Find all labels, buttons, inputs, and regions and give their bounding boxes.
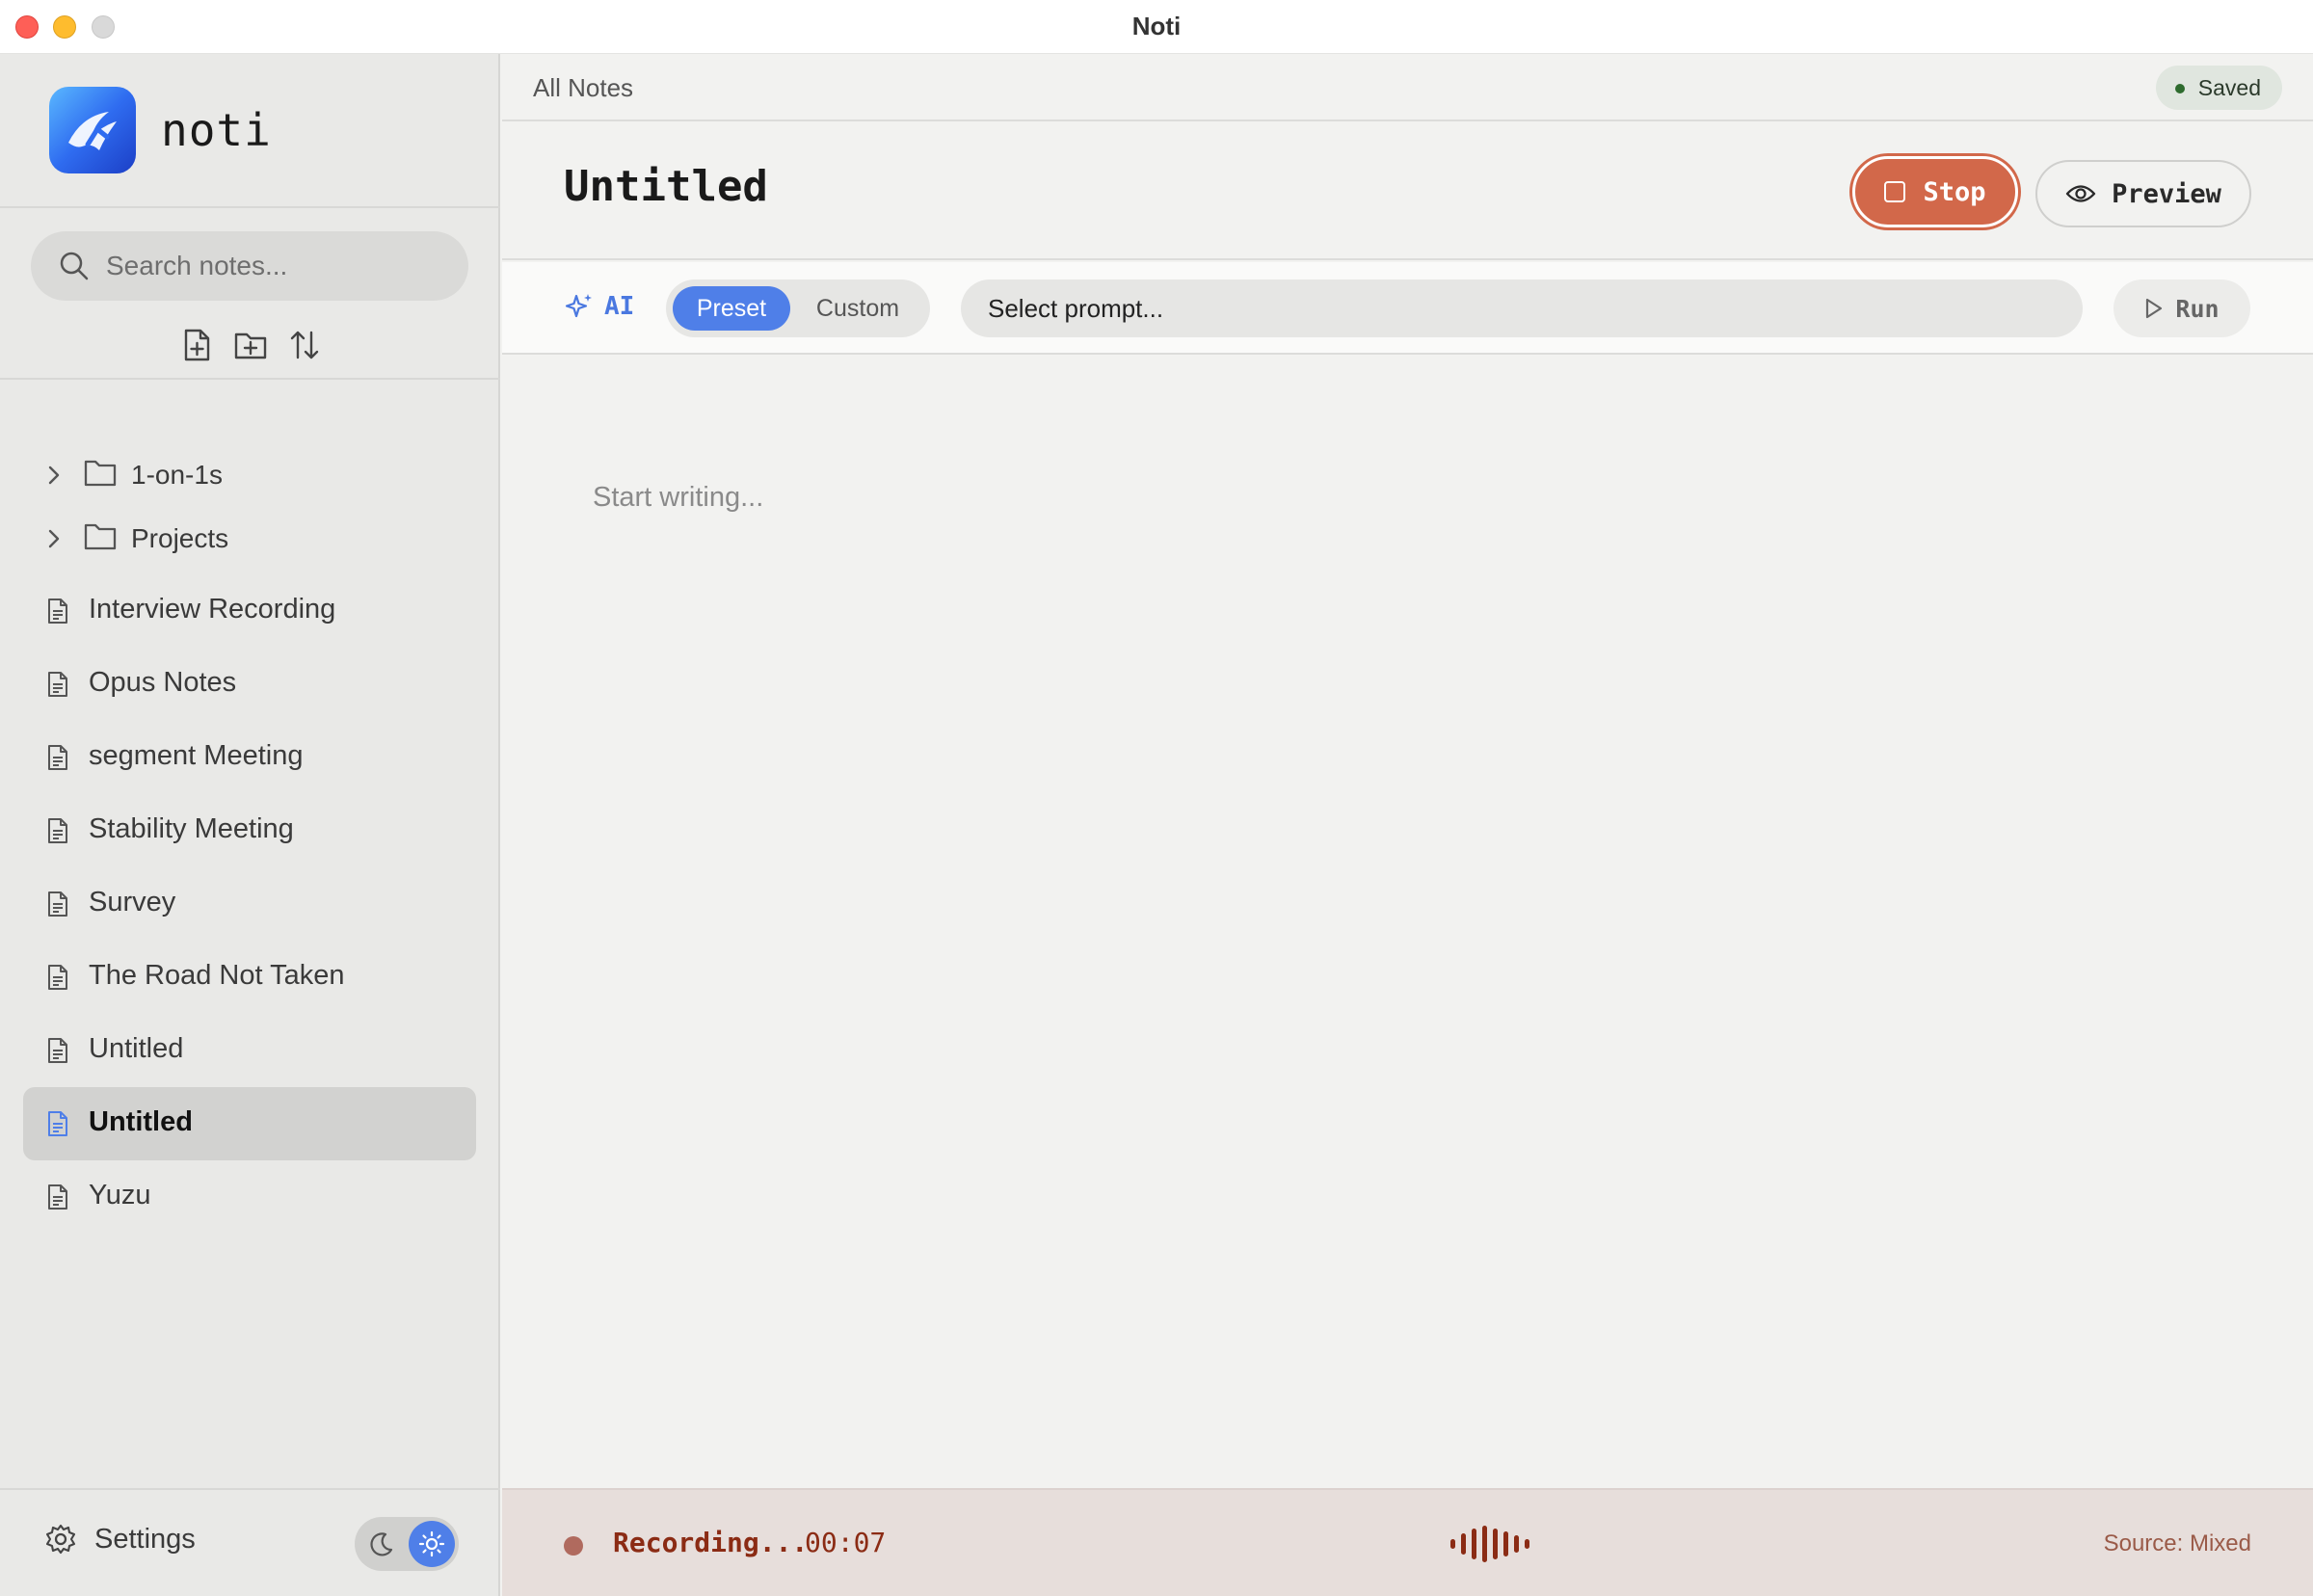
recording-bar: Recording... 00:07 Source: Mixed — [502, 1488, 2313, 1596]
chevron-right-icon — [48, 466, 60, 485]
document-icon — [48, 672, 67, 697]
sidebar-divider — [0, 378, 500, 380]
brand-name: noti — [161, 104, 272, 156]
stop-recording-button[interactable]: Stop — [1852, 156, 2018, 227]
note-item-untitled-selected[interactable]: Untitled — [23, 1087, 476, 1160]
note-item-opus-notes[interactable]: Opus Notes — [23, 648, 476, 721]
stop-square-icon — [1884, 181, 1906, 202]
run-button[interactable]: Run — [2114, 279, 2250, 337]
document-icon — [48, 965, 67, 990]
mode-preset-tab[interactable]: Preset — [673, 286, 790, 331]
note-item-interview-recording[interactable]: Interview Recording — [23, 574, 476, 648]
preview-button[interactable]: Preview — [2035, 160, 2251, 227]
chevron-right-icon — [48, 529, 60, 548]
note-item-untitled[interactable]: Untitled — [23, 1014, 476, 1087]
note-item-the-road-not-taken[interactable]: The Road Not Taken — [23, 941, 476, 1014]
ai-toolbar: AI Preset Custom Select prompt... Run — [502, 262, 2313, 355]
mode-custom-tab[interactable]: Custom — [790, 286, 925, 331]
document-icon — [48, 818, 67, 843]
title-bar: Noti — [0, 0, 2313, 54]
ai-label-text: AI — [604, 292, 635, 321]
note-item-segment-meeting[interactable]: segment Meeting — [23, 721, 476, 794]
note-list: Interview Recording Opus Notes segment M… — [0, 574, 500, 1234]
document-icon — [48, 598, 67, 624]
folder-label: Projects — [131, 523, 229, 553]
new-note-button[interactable] — [179, 328, 214, 362]
run-label: Run — [2175, 294, 2220, 323]
note-title[interactable]: Untitled — [564, 162, 768, 211]
folder-item-projects[interactable]: Projects — [0, 507, 500, 571]
theme-toggle[interactable] — [355, 1517, 459, 1571]
folder-item-1-on-1s[interactable]: 1-on-1s — [0, 443, 500, 507]
note-header: Untitled Stop Preview — [502, 123, 2313, 260]
window-title: Noti — [1131, 12, 1182, 40]
document-icon — [48, 1184, 67, 1210]
document-icon — [48, 1111, 67, 1136]
sidebar: noti Search notes... 1-on-1s Projects In… — [0, 54, 500, 1596]
save-status-badge: Saved — [2155, 66, 2282, 110]
audio-source-label: Source: Mixed — [2103, 1530, 2251, 1556]
sparkles-icon — [565, 294, 592, 318]
preview-label: Preview — [2112, 178, 2221, 209]
moon-icon[interactable] — [366, 1529, 397, 1559]
recording-indicator — [564, 1536, 583, 1556]
folder-label: 1-on-1s — [131, 460, 223, 490]
note-item-yuzu[interactable]: Yuzu — [23, 1160, 476, 1234]
folder-icon — [84, 460, 117, 487]
sidebar-footer: Settings — [0, 1488, 500, 1596]
settings-label: Settings — [94, 1523, 196, 1555]
note-item-survey[interactable]: Survey — [23, 867, 476, 941]
ai-label: AI — [564, 291, 634, 322]
folder-icon — [84, 523, 117, 550]
new-folder-button[interactable] — [233, 328, 268, 362]
note-label: Interview Recording — [89, 594, 336, 625]
top-bar: All Notes Saved — [502, 54, 2313, 121]
sort-button[interactable] — [287, 328, 322, 362]
eye-icon — [2065, 185, 2096, 202]
document-icon — [48, 891, 67, 917]
note-label: Stability Meeting — [89, 813, 294, 844]
gear-icon — [45, 1524, 76, 1555]
note-label: segment Meeting — [89, 740, 304, 771]
note-editor[interactable] — [593, 357, 2250, 1397]
prompt-mode-toggle: Preset Custom — [666, 279, 930, 337]
new-folder-icon — [234, 332, 267, 359]
sun-icon[interactable] — [409, 1521, 455, 1567]
recording-status: Recording... — [613, 1527, 809, 1558]
note-label: Untitled — [89, 1033, 184, 1064]
new-note-icon — [184, 329, 210, 361]
document-icon — [48, 1038, 67, 1063]
waveform-icon — [1450, 1525, 1543, 1563]
play-icon — [2146, 298, 2163, 319]
app-logo — [49, 87, 136, 173]
settings-button[interactable]: Settings — [44, 1523, 196, 1556]
prompt-select[interactable]: Select prompt... — [961, 279, 2083, 337]
search-input[interactable] — [106, 251, 434, 281]
editor-area — [502, 357, 2313, 1434]
brand: noti — [49, 87, 272, 173]
note-label: Untitled — [89, 1106, 193, 1137]
sidebar-toolbar — [179, 328, 322, 362]
stop-label: Stop — [1923, 176, 1986, 207]
note-label: Yuzu — [89, 1180, 151, 1210]
breadcrumb[interactable]: All Notes — [533, 73, 633, 103]
status-dot — [2174, 84, 2185, 93]
search-box[interactable] — [31, 231, 468, 301]
note-label: Opus Notes — [89, 667, 237, 698]
document-icon — [48, 745, 67, 770]
search-icon — [60, 252, 89, 280]
recording-elapsed: 00:07 — [805, 1527, 887, 1558]
main-panel: All Notes Saved Untitled Stop Preview AI — [502, 54, 2313, 1596]
folder-tree: 1-on-1s Projects — [0, 443, 500, 571]
sort-icon — [290, 331, 319, 359]
note-item-stability-meeting[interactable]: Stability Meeting — [23, 794, 476, 867]
note-label: Survey — [89, 887, 176, 918]
save-status-label: Saved — [2197, 74, 2261, 100]
sidebar-divider — [0, 206, 500, 208]
prompt-select-placeholder: Select prompt... — [988, 293, 1164, 323]
note-label: The Road Not Taken — [89, 960, 345, 991]
